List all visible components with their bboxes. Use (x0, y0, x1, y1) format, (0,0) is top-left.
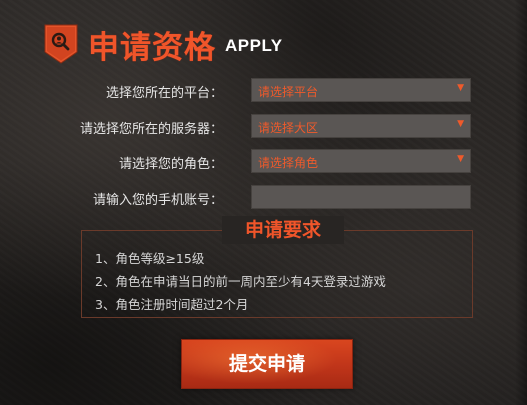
requirements-title: 申请要求 (222, 216, 344, 244)
platform-select[interactable]: 请选择平台 ▼ (251, 78, 471, 102)
requirement-item: 3、角色注册时间超过2个月 (95, 297, 249, 312)
phone-input[interactable] (251, 185, 471, 209)
header: 申请资格 APPLY (44, 20, 344, 70)
server-select[interactable]: 请选择大区 ▼ (251, 114, 471, 138)
requirement-item: 1、角色等级≥15级 (95, 251, 205, 266)
role-select-value: 请选择角色 (258, 156, 319, 170)
submit-button[interactable]: 提交申请 (181, 339, 353, 389)
platform-select-value: 请选择平台 (258, 85, 319, 99)
role-select[interactable]: 请选择角色 ▼ (251, 149, 471, 173)
phone-row: 请输入您的手机账号： (0, 185, 527, 211)
chevron-down-icon: ▼ (457, 83, 464, 93)
role-row: 请选择您的角色： 请选择角色 ▼ (0, 149, 527, 175)
page-title: 申请资格 (88, 30, 216, 66)
chevron-down-icon: ▼ (457, 119, 464, 129)
requirement-item: 2、角色在申请当日的前一周内至少有4天登录过游戏 (95, 274, 386, 289)
chevron-down-icon: ▼ (457, 154, 464, 164)
requirements-title-wrap: 申请要求 (0, 216, 527, 244)
server-label: 请选择您所在的服务器： (79, 122, 223, 137)
search-user-badge-icon (44, 24, 78, 64)
server-select-value: 请选择大区 (258, 121, 319, 135)
server-row: 请选择您所在的服务器： 请选择大区 ▼ (0, 114, 527, 140)
platform-row: 选择您所在的平台： 请选择平台 ▼ (0, 78, 527, 104)
role-label: 请选择您的角色： (118, 157, 223, 172)
page-title-en: APPLY (225, 36, 283, 55)
platform-label: 选择您所在的平台： (105, 86, 223, 101)
phone-label: 请输入您的手机账号： (92, 193, 223, 208)
